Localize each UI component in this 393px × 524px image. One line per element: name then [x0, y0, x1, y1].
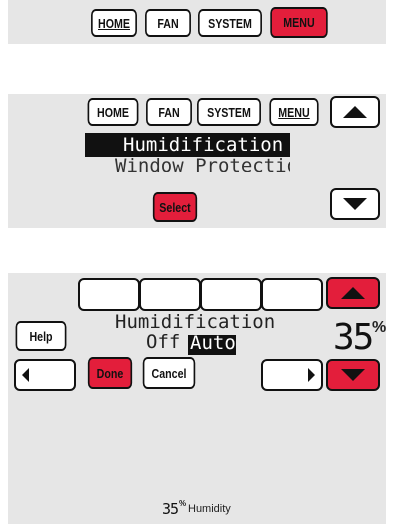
option-auto-label: Auto [190, 332, 236, 354]
help-button[interactable]: Help [15, 321, 67, 351]
system-tab-label: SYSTEM [207, 104, 251, 120]
increase-button[interactable] [326, 277, 380, 309]
left-arrow-button[interactable] [14, 359, 76, 391]
fan-tab[interactable]: FAN [146, 98, 192, 126]
selected-menu-item-label: Humidification [123, 134, 284, 156]
menu-tab-label: MENU [283, 15, 315, 30]
menu-tab[interactable]: MENU [270, 7, 328, 38]
scroll-down-button[interactable] [330, 188, 380, 220]
left-arrow-icon [22, 368, 29, 382]
blank-soft-key-2[interactable] [139, 278, 201, 311]
down-arrow-icon [341, 369, 365, 381]
blank-soft-key-1[interactable] [78, 278, 140, 311]
humidity-status-unit: % [179, 499, 187, 508]
next-menu-item[interactable]: Window Protection [85, 158, 290, 172]
menu-screen: HOME FAN SYSTEM MENU Humidification Wind… [8, 94, 386, 228]
home-tab-label: HOME [97, 104, 129, 120]
up-arrow-icon [341, 287, 365, 299]
setpoint-unit: % [372, 319, 387, 336]
right-arrow-icon [308, 368, 315, 382]
fan-tab-label: FAN [158, 104, 180, 120]
next-menu-item-label: Window Protection [115, 158, 290, 172]
done-button[interactable]: Done [87, 357, 133, 389]
humidity-status-value: 35 [162, 500, 179, 518]
done-button-label: Done [96, 365, 124, 381]
fan-tab[interactable]: FAN [145, 9, 191, 37]
humidification-screen: Help Humidification Off Auto 35 % Done C… [8, 273, 386, 524]
fan-tab-label: FAN [157, 15, 179, 31]
system-tab-label: SYSTEM [208, 15, 252, 31]
scroll-up-button[interactable] [330, 96, 380, 128]
blank-soft-key-3[interactable] [200, 278, 262, 311]
up-arrow-icon [343, 106, 367, 118]
selected-menu-item[interactable]: Humidification [85, 133, 290, 157]
home-tab[interactable]: HOME [91, 9, 137, 37]
screen-title: Humidification [115, 311, 276, 333]
home-tab-label: HOME [98, 15, 130, 31]
decrease-button[interactable] [326, 359, 380, 391]
humidity-status-label: Humidity [188, 503, 231, 515]
select-button[interactable]: Select [152, 192, 198, 222]
menu-tab[interactable]: MENU [269, 98, 319, 126]
select-button-label: Select [159, 199, 191, 215]
system-tab[interactable]: SYSTEM [197, 98, 261, 126]
cancel-button[interactable]: Cancel [142, 357, 196, 389]
blank-soft-key-4[interactable] [261, 278, 323, 311]
top-tab-bar: HOME FAN SYSTEM MENU [8, 0, 386, 44]
right-arrow-button[interactable] [261, 359, 323, 391]
home-tab[interactable]: HOME [87, 98, 139, 126]
down-arrow-icon [343, 198, 367, 210]
help-button-label: Help [29, 328, 53, 344]
option-auto-selected[interactable]: Auto [188, 332, 236, 355]
system-tab[interactable]: SYSTEM [198, 9, 262, 37]
setpoint-value: 35 [333, 317, 374, 358]
option-off[interactable]: Off [146, 331, 180, 353]
menu-tab-label: MENU [278, 104, 310, 120]
cancel-button-label: Cancel [151, 365, 187, 381]
